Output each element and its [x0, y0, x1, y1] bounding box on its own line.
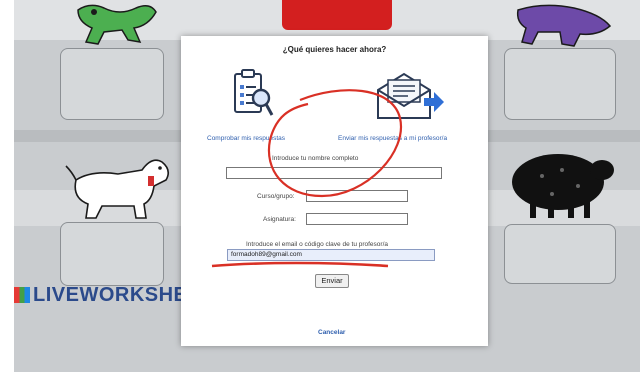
send-answers-link[interactable]: Enviar mis respuestas a mi profesor/a	[338, 135, 447, 142]
liveworksheets-logo: LIVEWORKSHE	[14, 284, 187, 307]
logo-text: LIVEWORKSHE	[33, 284, 188, 306]
finish-dialog: ¿Qué quieres hacer ahora? Comprobar mis …	[181, 36, 488, 346]
answer-slot[interactable]	[60, 48, 164, 120]
email-label: Introduce el email o código clave de tu …	[246, 241, 389, 248]
cancel-link[interactable]: Cancelar	[318, 329, 345, 336]
subject-label: Asignatura:	[263, 216, 296, 223]
page: LIVEWORKSHE ¿Qué quieres hacer ahora? Co…	[0, 0, 640, 372]
black-sheep-illustration	[512, 154, 614, 218]
frog-illustration	[77, 4, 157, 45]
worksheet-red-box	[282, 0, 392, 30]
answer-slot[interactable]	[504, 224, 616, 284]
answer-slot[interactable]	[60, 222, 164, 286]
clipboard-magnifier-icon[interactable]	[229, 68, 275, 120]
check-answers-link[interactable]: Comprobar mis respuestas	[207, 135, 285, 142]
course-input[interactable]	[306, 190, 408, 202]
answer-slot[interactable]	[504, 48, 616, 120]
name-label: Introduce tu nombre completo	[272, 155, 359, 162]
logo-icon	[14, 287, 30, 303]
course-label: Curso/grupo:	[257, 193, 295, 200]
dog-illustration	[65, 159, 170, 219]
animal-illustration	[516, 4, 612, 47]
dialog-title: ¿Qué quieres hacer ahora?	[282, 45, 387, 54]
email-input[interactable]: formadoh89@gmail.com	[227, 249, 435, 261]
envelope-send-icon[interactable]	[374, 72, 446, 122]
subject-input[interactable]	[306, 213, 408, 225]
full-name-input[interactable]	[226, 167, 442, 179]
send-button[interactable]: Enviar	[315, 274, 349, 288]
